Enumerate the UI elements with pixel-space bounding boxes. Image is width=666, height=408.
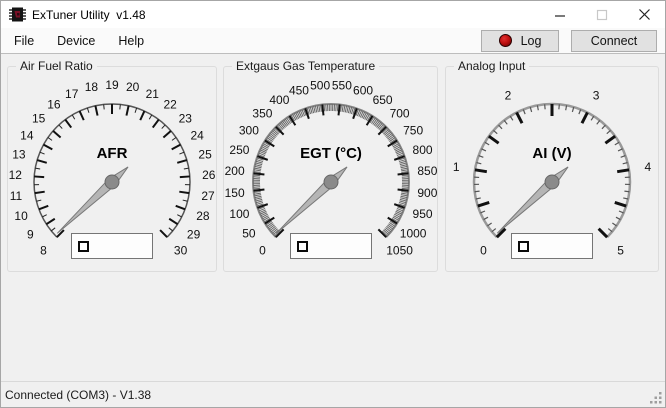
scale-label: 10 xyxy=(14,209,28,223)
scale-label: 2 xyxy=(505,89,512,103)
afr-value-box[interactable] xyxy=(71,233,153,259)
egt-value-box[interactable] xyxy=(289,233,372,259)
scale-label: 800 xyxy=(412,143,432,157)
analog-value-box[interactable] xyxy=(511,233,593,259)
scale-label: 4 xyxy=(644,160,651,174)
needle-hub xyxy=(323,174,338,190)
client-area: Air Fuel Ratio 8 9 10 11 12 13 14 15 16 17 18 19 20 2… xyxy=(1,54,665,381)
scale-label: 28 xyxy=(196,209,210,223)
scale-label: 27 xyxy=(201,189,215,203)
scale-label: 500 xyxy=(310,79,330,93)
scale-label: 1050 xyxy=(386,244,413,258)
scale-label: 17 xyxy=(65,87,79,101)
scale-label: 350 xyxy=(252,106,272,120)
needle-hub xyxy=(544,174,560,190)
scale-label: 600 xyxy=(353,83,373,97)
scale-label: 950 xyxy=(412,207,432,221)
scale-label: 400 xyxy=(269,93,289,107)
minimize-button[interactable] xyxy=(539,1,581,28)
scale-label: 50 xyxy=(242,227,256,241)
scale-label: 550 xyxy=(331,79,351,93)
menu-device[interactable]: Device xyxy=(47,30,105,52)
scale-label: 150 xyxy=(225,186,245,200)
scale-label: 23 xyxy=(179,111,193,125)
scale-label: 0 xyxy=(480,244,487,258)
gauge-center-label: AFR xyxy=(97,145,128,162)
scale-label: 8 xyxy=(40,244,47,258)
scale-label: 700 xyxy=(389,106,409,120)
scale-label: 13 xyxy=(12,148,26,162)
connect-button[interactable]: Connect xyxy=(571,29,657,52)
gauge-center-label: EGT (°C) xyxy=(300,145,362,162)
minimize-icon xyxy=(555,14,565,17)
indicator-square-icon xyxy=(78,240,89,252)
log-button-label: Log xyxy=(520,33,542,48)
gauge-group-analog-input: Analog Input 0 1 2 3 4 5 AI (V) xyxy=(445,59,659,272)
scale-label: 21 xyxy=(146,87,160,101)
gauge-group-exhaust-gas-temperature: Extgaus Gas Temperature 0 50 100 150 200 250 3… xyxy=(223,59,438,272)
scale-label: 200 xyxy=(225,164,245,178)
scale-label: 1000 xyxy=(399,227,426,241)
egt-gauge: 0 50 100 150 200 250 300 350 400 450 500 550 600 650 7… xyxy=(224,67,437,271)
menu-help[interactable]: Help xyxy=(108,30,154,52)
gauge-arc xyxy=(251,103,410,238)
chip-icon xyxy=(9,7,26,22)
menu-bar: File Device Help Log Connect xyxy=(1,28,665,54)
scale-label: 450 xyxy=(288,83,308,97)
scale-label: 650 xyxy=(372,93,392,107)
scale-label: 3 xyxy=(593,89,600,103)
scale-label: 900 xyxy=(417,186,437,200)
gauge-center-label: AI (V) xyxy=(532,145,571,162)
indicator-square-icon xyxy=(296,240,308,252)
titlebar[interactable]: ExTuner Utility v1.48 xyxy=(1,1,665,28)
scale-label: 14 xyxy=(20,129,34,143)
scale-label: 250 xyxy=(229,143,249,157)
scale-label: 24 xyxy=(190,129,204,143)
analog-input-gauge: 0 1 2 3 4 5 AI (V) xyxy=(446,67,658,271)
maximize-button[interactable] xyxy=(581,1,623,28)
log-button[interactable]: Log xyxy=(481,29,559,52)
scale-label: 750 xyxy=(403,123,423,137)
scale-label: 16 xyxy=(47,97,61,111)
maximize-icon xyxy=(596,9,608,20)
scale-label: 19 xyxy=(105,78,119,92)
scale-label: 11 xyxy=(10,189,23,203)
afr-gauge: 8 9 10 11 12 13 14 15 16 17 18 19 20 21 22 23 24 25 26 27 28… xyxy=(8,67,216,271)
scale-label: 18 xyxy=(85,80,99,94)
scale-label: 5 xyxy=(617,244,624,258)
scale-label: 12 xyxy=(9,168,23,182)
scale-label: 1 xyxy=(453,160,460,174)
close-icon xyxy=(638,9,650,20)
scale-label: 15 xyxy=(32,111,46,125)
scale-label: 26 xyxy=(202,168,216,182)
gauge-group-air-fuel-ratio: Air Fuel Ratio 8 9 10 11 12 13 14 15 16 17 18 19 20 2… xyxy=(7,59,217,272)
indicator-square-icon xyxy=(518,240,529,252)
scale-label: 20 xyxy=(126,80,140,94)
record-led-icon xyxy=(498,34,512,47)
scale-label: 25 xyxy=(198,148,212,162)
window-title: ExTuner Utility v1.48 xyxy=(32,7,146,22)
needle-hub xyxy=(104,174,120,190)
scale-label: 22 xyxy=(163,97,177,111)
app-window: ExTuner Utility v1.48 File Device Help L… xyxy=(0,0,666,408)
scale-label: 100 xyxy=(229,207,249,221)
status-bar: Connected (COM3) - V1.38 xyxy=(1,381,665,407)
gauge-arc xyxy=(33,103,191,238)
scale-label: 30 xyxy=(174,244,188,258)
resize-grip-icon[interactable] xyxy=(649,391,663,405)
scale-label: 850 xyxy=(417,164,437,178)
close-button[interactable] xyxy=(623,1,665,28)
scale-label: 0 xyxy=(259,244,266,258)
scale-label: 29 xyxy=(187,227,201,241)
scale-label: 300 xyxy=(238,123,258,137)
menu-file[interactable]: File xyxy=(4,30,44,52)
scale-label: 9 xyxy=(27,227,34,241)
gauge-arc xyxy=(472,102,632,239)
status-text: Connected (COM3) - V1.38 xyxy=(5,387,152,402)
